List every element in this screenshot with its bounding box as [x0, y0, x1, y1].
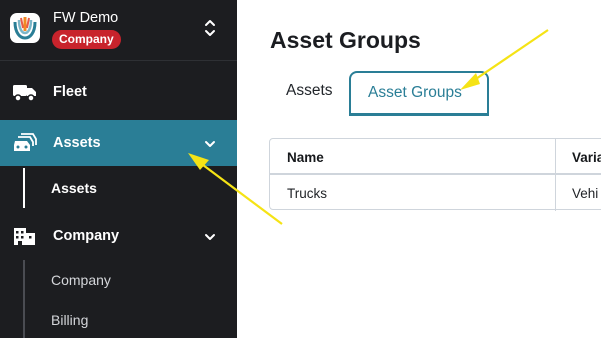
- table-cell-name[interactable]: Trucks: [287, 186, 327, 201]
- chevron-down-icon[interactable]: [203, 230, 217, 242]
- column-header-name[interactable]: Name: [287, 150, 324, 165]
- sidebar: FW Demo Company Fleet Assets Assets Comp…: [0, 0, 237, 338]
- sidebar-item-label: Company: [53, 228, 120, 244]
- sidebar-item-company[interactable]: Company: [0, 213, 237, 259]
- app-logo: [10, 13, 40, 43]
- page-title: Asset Groups: [270, 27, 421, 53]
- sidebar-subitem-label: Assets: [51, 180, 97, 196]
- sidebar-item-fleet[interactable]: Fleet: [0, 69, 237, 115]
- tab-assets[interactable]: Assets: [286, 82, 333, 100]
- vehicles-icon: [12, 131, 38, 155]
- tab-asset-groups-label[interactable]: Asset Groups: [368, 84, 462, 102]
- sidebar-subitem-label: Company: [51, 272, 111, 288]
- org-role-badge: Company: [52, 30, 121, 49]
- column-divider: [555, 139, 556, 211]
- org-name: FW Demo: [53, 10, 119, 26]
- sidebar-subitem-company[interactable]: Company: [0, 260, 237, 300]
- sidebar-subitem-assets[interactable]: Assets: [0, 168, 237, 208]
- building-icon: [12, 224, 38, 248]
- sidebar-item-assets[interactable]: Assets: [0, 120, 237, 166]
- submenu-line: [23, 300, 25, 338]
- sidebar-subitem-billing[interactable]: Billing: [0, 300, 237, 338]
- table-cell-variant[interactable]: Vehi: [572, 186, 598, 201]
- table-header-row: Name Varia: [270, 139, 601, 175]
- tab-active-underline: [349, 113, 489, 116]
- sidebar-divider: [0, 60, 237, 61]
- chevron-down-icon[interactable]: [203, 137, 217, 149]
- sidebar-item-label: Assets: [53, 135, 101, 151]
- column-header-variant[interactable]: Varia: [572, 150, 601, 165]
- truck-icon: [12, 80, 38, 104]
- asset-groups-table: Name Varia Trucks Vehi: [269, 138, 601, 211]
- chevron-up-down-icon[interactable]: [202, 17, 218, 39]
- active-indicator: [23, 168, 25, 208]
- org-switcher[interactable]: FW Demo Company: [0, 0, 237, 60]
- sidebar-item-label: Fleet: [53, 84, 87, 100]
- sidebar-subitem-label: Billing: [51, 312, 89, 328]
- submenu-line: [23, 260, 25, 300]
